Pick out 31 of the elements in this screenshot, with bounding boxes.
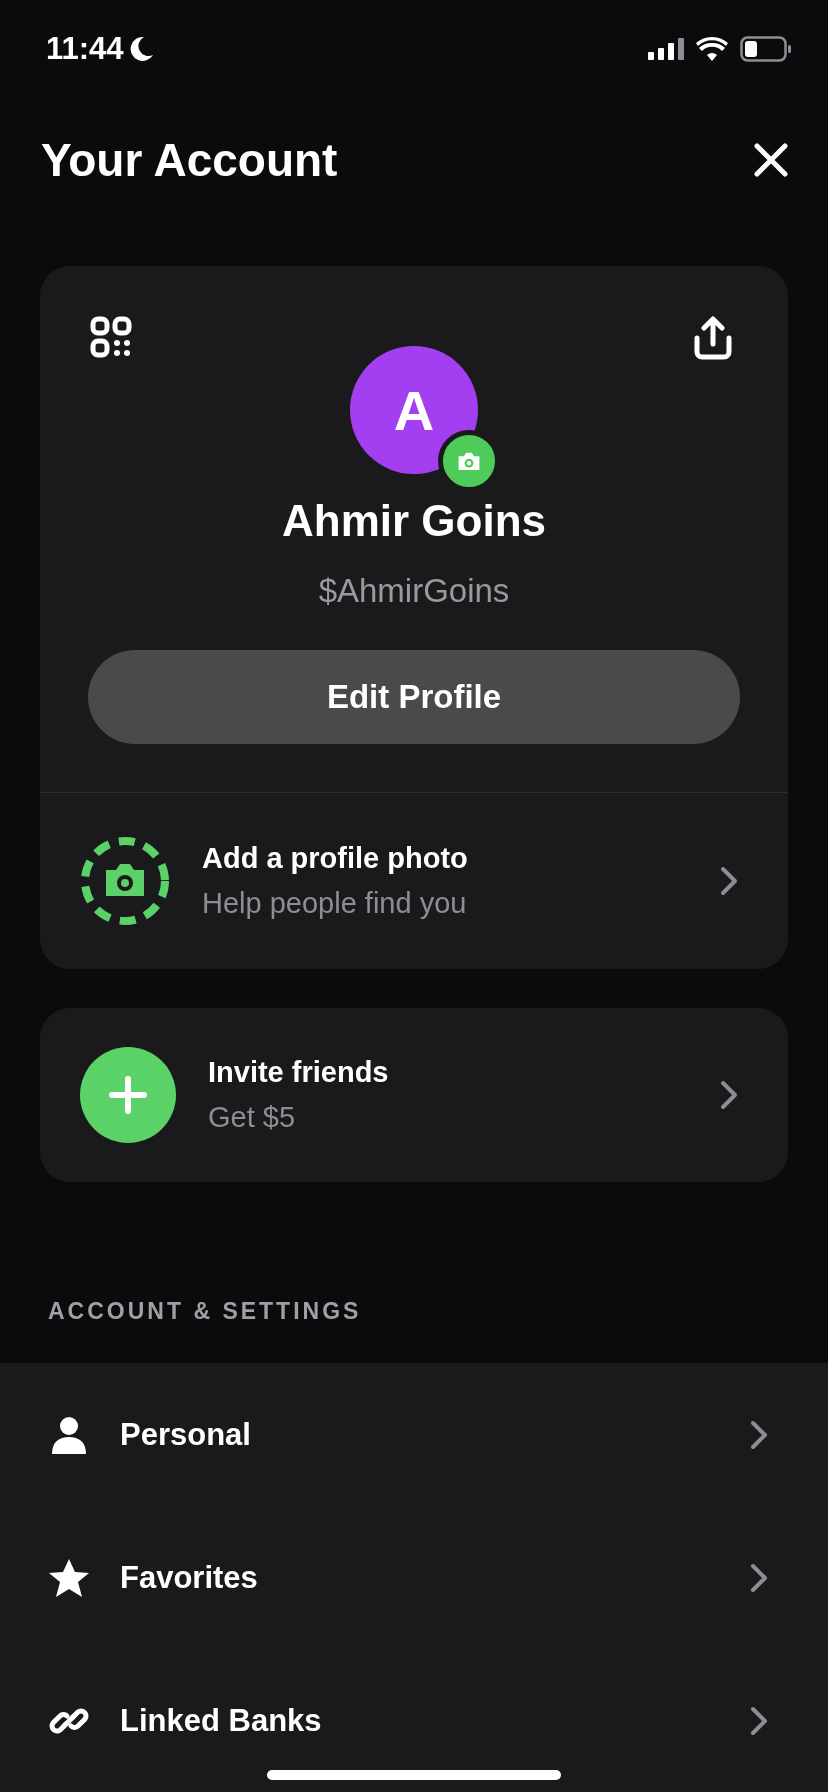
add-photo-icon [80,836,170,927]
chevron-icon [720,1080,738,1111]
row-title: Add a profile photo [202,842,469,876]
close-icon[interactable] [754,142,788,177]
star-icon [48,1557,90,1598]
status-time: 11:44 [46,30,124,67]
page-title: Your Account [41,132,338,187]
person-icon [52,1415,86,1454]
moon-icon [129,35,154,62]
row-title: Invite friends [208,1056,390,1090]
settings-item[interactable]: Linked Banks [120,1702,750,1739]
settings-item[interactable]: Favorites [120,1559,750,1596]
chevron-icon [750,1419,768,1450]
invite-card[interactable]: Invite friends Get $5 [40,1008,788,1183]
chevron-icon [750,1562,768,1593]
row-subtitle: Get $5 [208,1101,297,1135]
avatar[interactable]: A [350,346,478,475]
settings-item[interactable]: Personal [120,1416,750,1453]
battery-icon [740,35,792,62]
edit-profile-button[interactable]: Edit Profile [88,650,740,745]
camera-icon [456,450,482,472]
cashtag: $AhmirGoins [318,572,510,611]
chevron-icon [720,866,738,897]
signal-icon [648,37,684,60]
chevron-icon [750,1705,768,1736]
section-header: ACCOUNT & SETTINGS [47,1298,363,1327]
wifi-icon [696,36,728,61]
row-subtitle: Help people find you [202,887,468,921]
qr-code-icon[interactable] [90,316,132,359]
profile-name: Ahmir Goins [282,496,546,547]
share-icon[interactable] [693,316,733,361]
